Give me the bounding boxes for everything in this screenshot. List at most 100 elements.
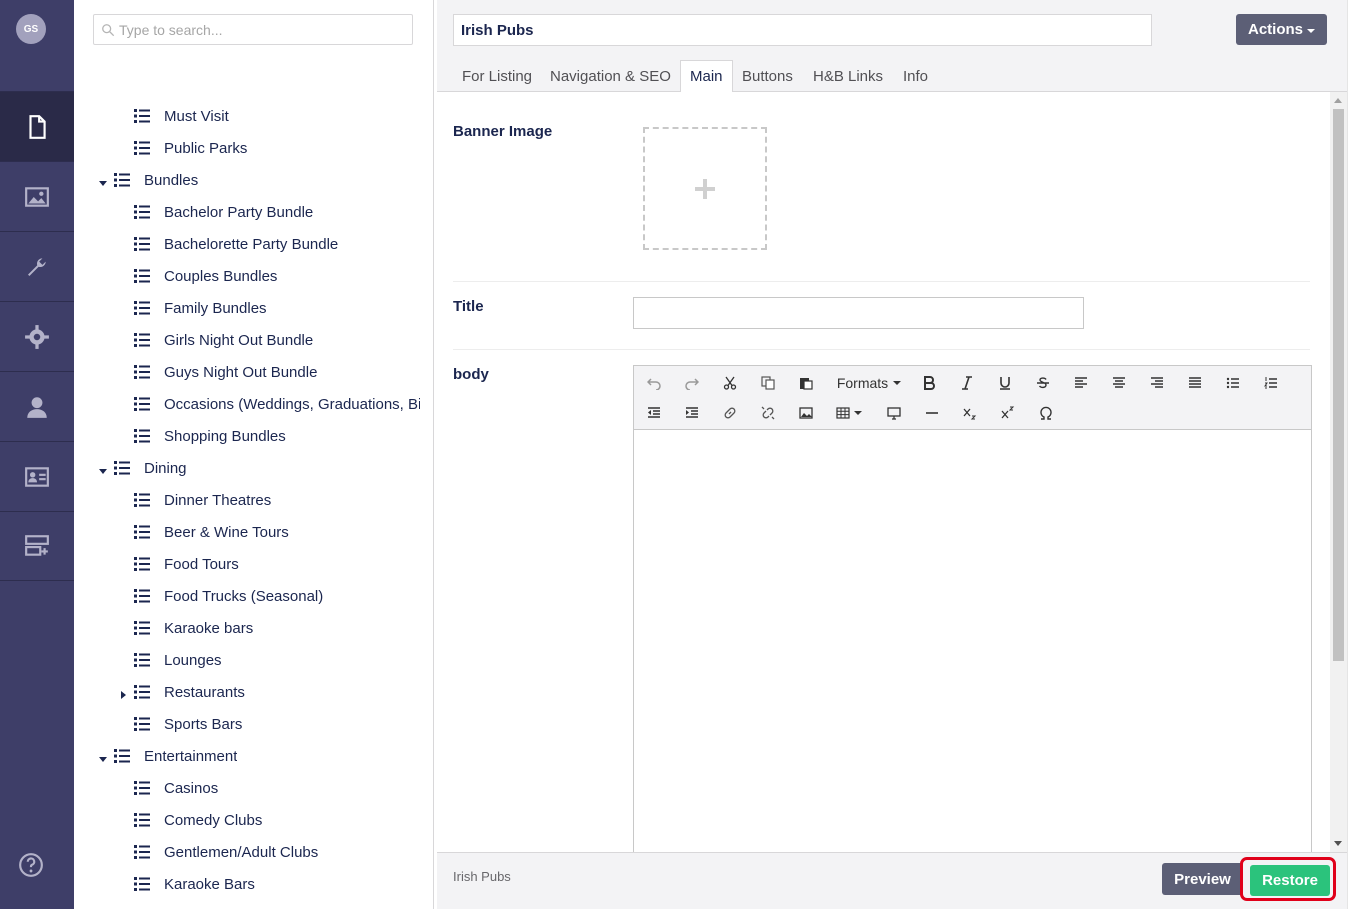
insert-link-button[interactable] (715, 400, 745, 426)
tree-node[interactable]: Entertainment (98, 740, 237, 772)
tree-node[interactable]: Must Visit (118, 100, 229, 132)
insert-table-button[interactable] (829, 400, 869, 426)
italic-button[interactable] (952, 370, 982, 396)
horizontal-rule-button[interactable] (917, 400, 947, 426)
remove-link-button[interactable] (753, 400, 783, 426)
paste-button[interactable] (791, 370, 821, 396)
tree-node[interactable]: Bachelorette Party Bundle (118, 228, 338, 260)
tree-node[interactable]: Karaoke Bars (118, 868, 255, 900)
tree-node[interactable]: Bachelor Party Bundle (118, 196, 313, 228)
outdent-button[interactable] (639, 400, 669, 426)
scroll-thumb[interactable] (1333, 109, 1344, 661)
align-justify-button[interactable] (1180, 370, 1210, 396)
section-forms[interactable] (0, 511, 74, 581)
help-icon[interactable] (18, 852, 44, 878)
caret-down-icon[interactable] (98, 751, 108, 762)
caret-down-icon[interactable] (98, 175, 108, 186)
align-left-button[interactable] (1066, 370, 1096, 396)
section-developer[interactable] (0, 301, 74, 371)
user-avatar[interactable]: GS (16, 14, 46, 44)
tree-node[interactable]: Food Tours (118, 548, 239, 580)
list-icon (134, 365, 150, 379)
special-character-button[interactable] (1031, 400, 1061, 426)
tree-node[interactable]: Lounges (118, 644, 222, 676)
scroll-up-arrow[interactable] (1334, 98, 1342, 103)
tree-node[interactable]: Sports Bars (118, 708, 242, 740)
bold-button[interactable] (914, 370, 944, 396)
embed-media-button[interactable] (879, 400, 909, 426)
rte-content-area[interactable] (634, 431, 1311, 852)
tab-buttons[interactable]: Buttons (733, 60, 802, 92)
restore-button[interactable]: Restore (1250, 865, 1330, 896)
scroll-down-arrow[interactable] (1334, 841, 1342, 846)
tab-info[interactable]: Info (894, 60, 937, 92)
tree-node[interactable]: Gentlemen/Adult Clubs (118, 836, 318, 868)
superscript-button[interactable] (993, 400, 1023, 426)
tree-node-label: Bachelor Party Bundle (164, 203, 314, 221)
tab-navigation-seo[interactable]: Navigation & SEO (541, 60, 680, 92)
outdent-icon (648, 407, 660, 418)
subscript-button[interactable] (955, 400, 985, 426)
underline-button[interactable] (990, 370, 1020, 396)
redo-icon (685, 378, 699, 390)
align-center-button[interactable] (1104, 370, 1134, 396)
tree-node[interactable]: Dining (98, 452, 187, 484)
align-right-button[interactable] (1142, 370, 1172, 396)
tree-node[interactable]: Family Bundles (118, 292, 267, 324)
section-users[interactable] (0, 371, 74, 441)
breadcrumb[interactable]: Irish Pubs (453, 869, 511, 884)
numbered-list-button[interactable] (1256, 370, 1286, 396)
bullet-list-button[interactable] (1218, 370, 1248, 396)
indent-button[interactable] (677, 400, 707, 426)
tab-hb-links[interactable]: H&B Links (804, 60, 892, 92)
tree-node[interactable]: Beer & Wine Tours (118, 516, 289, 548)
section-content[interactable] (0, 91, 74, 161)
tree-node[interactable]: Occasions (Weddings, Graduations, Bir (118, 388, 420, 420)
caret-spacer (118, 431, 128, 441)
copy-button[interactable] (753, 370, 783, 396)
tree-node[interactable]: Restaurants (118, 676, 245, 708)
tree-node[interactable]: Dinner Theatres (118, 484, 271, 516)
tab-for-listing[interactable]: For Listing (453, 60, 541, 92)
tree-node[interactable]: Couples Bundles (118, 260, 277, 292)
caret-spacer (118, 719, 128, 729)
banner-image-picker[interactable] (643, 127, 767, 250)
cut-button[interactable] (715, 370, 745, 396)
tree-node[interactable]: Bundles (98, 164, 198, 196)
caret-down-icon[interactable] (98, 463, 108, 474)
chevron-down-icon (854, 411, 862, 415)
caret-spacer (118, 591, 128, 601)
tree-node[interactable]: Karaoke bars (118, 612, 253, 644)
caret-right-icon[interactable] (118, 687, 128, 699)
tree-node[interactable]: Comedy Clubs (118, 804, 262, 836)
section-media[interactable] (0, 161, 74, 231)
content-scrollbar[interactable] (1330, 92, 1347, 852)
section-members[interactable] (0, 441, 74, 511)
undo-button[interactable] (639, 370, 669, 396)
tree-node[interactable]: Casinos (118, 772, 218, 804)
undo-icon (647, 378, 661, 390)
formats-dropdown[interactable]: Formats (830, 370, 908, 396)
tree-node[interactable]: Guys Night Out Bundle (118, 356, 317, 388)
actions-button[interactable]: Actions (1236, 14, 1327, 45)
tree-node-label: Sports Bars (164, 715, 243, 733)
strikethrough-button[interactable] (1028, 370, 1058, 396)
caret-spacer (118, 495, 128, 505)
preview-button[interactable]: Preview (1162, 863, 1243, 895)
section-settings[interactable] (0, 231, 74, 301)
content-editor: Actions For Listing Navigation & SEO Mai… (437, 0, 1353, 909)
tree-node[interactable]: Shopping Bundles (118, 420, 286, 452)
tree-node[interactable]: Girls Night Out Bundle (118, 324, 313, 356)
tree-node[interactable]: Public Parks (118, 132, 247, 164)
tab-main[interactable]: Main (680, 60, 733, 93)
list-icon (134, 877, 150, 891)
insert-image-button[interactable] (791, 400, 821, 426)
tree-node-label: Karaoke Bars (164, 875, 255, 893)
search-input[interactable] (119, 17, 404, 42)
formats-label: Formats (836, 375, 889, 391)
node-name-input[interactable] (453, 14, 1152, 46)
title-input[interactable] (633, 297, 1084, 329)
plus-icon (695, 178, 715, 199)
redo-button[interactable] (677, 370, 707, 396)
tree-node[interactable]: Food Trucks (Seasonal) (118, 580, 323, 612)
